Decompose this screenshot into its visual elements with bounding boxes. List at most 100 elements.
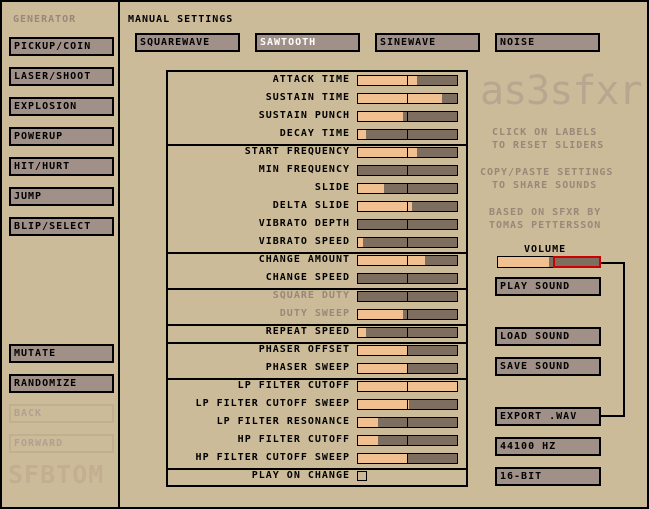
param-slider-4[interactable] [357, 147, 458, 158]
param-label-18[interactable]: LP FILTER CUTOFF SWEEP [196, 398, 350, 409]
volume-fill [498, 257, 549, 267]
param-slider-11[interactable] [357, 273, 458, 284]
load-sound-button[interactable]: LOAD SOUND [495, 327, 601, 346]
info-credit-line1: BASED ON SFXR BY [489, 207, 602, 218]
param-slider-12[interactable] [357, 291, 458, 302]
param-label-16[interactable]: PHASER SWEEP [266, 362, 350, 373]
param-slider-fill [358, 364, 408, 373]
param-label-13[interactable]: DUTY SWEEP [280, 308, 350, 319]
param-label-17[interactable]: LP FILTER CUTOFF [238, 380, 350, 391]
bit-depth-button[interactable]: 16-BIT [495, 467, 601, 486]
param-slider-18[interactable] [357, 399, 458, 410]
waveform-sinewave-button[interactable]: SINEWAVE [375, 33, 480, 52]
param-slider-13[interactable] [357, 309, 458, 320]
param-label-2[interactable]: SUSTAIN PUNCH [259, 110, 350, 121]
param-label-6[interactable]: SLIDE [315, 182, 350, 193]
param-slider-midmark [407, 184, 408, 193]
param-slider-fill [358, 184, 384, 193]
param-slider-fill [358, 256, 426, 265]
waveform-noise-button[interactable]: NOISE [495, 33, 600, 52]
play-sound-button[interactable]: PLAY SOUND [495, 277, 601, 296]
param-slider-midmark [407, 346, 408, 355]
param-label-14[interactable]: REPEAT SPEED [266, 326, 350, 337]
param-slider-1[interactable] [357, 93, 458, 104]
waveform-sawtooth-button[interactable]: SAWTOOTH [255, 33, 360, 52]
param-slider-midmark [407, 202, 408, 211]
param-label-9[interactable]: VIBRATO SPEED [259, 236, 350, 247]
param-slider-2[interactable] [357, 111, 458, 122]
forward-button[interactable]: FORWARD [9, 434, 114, 453]
param-slider-midmark [407, 364, 408, 373]
volume-slider[interactable] [497, 256, 601, 268]
param-slider-21[interactable] [357, 453, 458, 464]
param-label-5[interactable]: MIN FREQUENCY [259, 164, 350, 175]
param-slider-fill [358, 328, 366, 337]
param-slider-19[interactable] [357, 417, 458, 428]
back-button[interactable]: BACK [9, 404, 114, 423]
preset-powerup-button[interactable]: POWERUP [9, 127, 114, 146]
preset-explosion-button[interactable]: EXPLOSION [9, 97, 114, 116]
param-slider-midmark [407, 310, 408, 319]
param-label-11[interactable]: CHANGE SPEED [266, 272, 350, 283]
param-slider-fill [358, 94, 443, 103]
export-connector-line [601, 262, 625, 417]
param-label-20[interactable]: HP FILTER CUTOFF [238, 434, 350, 445]
info-reset-line2: TO RESET SLIDERS [492, 140, 605, 151]
play-on-change-label: PLAY ON CHANGE [251, 470, 350, 481]
param-slider-10[interactable] [357, 255, 458, 266]
randomize-button[interactable]: RANDOMIZE [9, 374, 114, 393]
param-slider-midmark [407, 436, 408, 445]
param-slider-midmark [407, 382, 408, 391]
param-slider-8[interactable] [357, 219, 458, 230]
param-label-10[interactable]: CHANGE AMOUNT [259, 254, 350, 265]
sample-rate-button[interactable]: 44100 HZ [495, 437, 601, 456]
preset-pickup-coin-button[interactable]: PICKUP/COIN [9, 37, 114, 56]
param-slider-20[interactable] [357, 435, 458, 446]
preset-jump-button[interactable]: JUMP [9, 187, 114, 206]
param-slider-16[interactable] [357, 363, 458, 374]
param-label-15[interactable]: PHASER OFFSET [259, 344, 350, 355]
waveform-squarewave-button[interactable]: SQUAREWAVE [135, 33, 240, 52]
preset-blip-select-button[interactable]: BLIP/SELECT [9, 217, 114, 236]
param-label-19[interactable]: LP FILTER RESONANCE [217, 416, 350, 427]
save-sound-button[interactable]: SAVE SOUND [495, 357, 601, 376]
mutate-button[interactable]: MUTATE [9, 344, 114, 363]
param-slider-3[interactable] [357, 129, 458, 140]
generator-title: GENERATOR [13, 14, 77, 25]
param-slider-midmark [407, 166, 408, 175]
param-label-12[interactable]: SQUARE DUTY [273, 290, 350, 301]
param-slider-midmark [407, 112, 408, 121]
param-slider-midmark [407, 328, 408, 337]
param-slider-midmark [407, 94, 408, 103]
param-label-21[interactable]: HP FILTER CUTOFF SWEEP [196, 452, 350, 463]
param-slider-fill [358, 436, 378, 445]
param-slider-7[interactable] [357, 201, 458, 212]
info-share-line2: TO SHARE SOUNDS [492, 180, 598, 191]
param-slider-fill [358, 112, 403, 121]
param-slider-15[interactable] [357, 345, 458, 356]
param-label-0[interactable]: ATTACK TIME [273, 74, 350, 85]
param-label-1[interactable]: SUSTAIN TIME [266, 92, 350, 103]
param-slider-9[interactable] [357, 237, 458, 248]
export-wav-button[interactable]: EXPORT .WAV [495, 407, 601, 426]
param-slider-midmark [407, 256, 408, 265]
param-slider-0[interactable] [357, 75, 458, 86]
param-label-4[interactable]: START FREQUENCY [245, 146, 350, 157]
param-slider-5[interactable] [357, 165, 458, 176]
param-label-7[interactable]: DELTA SLIDE [273, 200, 350, 211]
manual-settings-title: MANUAL SETTINGS [128, 14, 234, 25]
param-slider-fill [358, 130, 366, 139]
param-slider-fill [358, 454, 408, 463]
param-label-3[interactable]: DECAY TIME [280, 128, 350, 139]
param-slider-midmark [407, 76, 408, 85]
preset-laser-shoot-button[interactable]: LASER/SHOOT [9, 67, 114, 86]
generator-panel: GENERATOR PICKUP/COIN LASER/SHOOT EXPLOS… [2, 2, 120, 507]
info-credit-line2: TOMAS PETTERSSON [489, 220, 602, 231]
play-on-change-checkbox[interactable] [357, 471, 367, 481]
preset-hit-hurt-button[interactable]: HIT/HURT [9, 157, 114, 176]
volume-highlight [553, 256, 601, 268]
param-slider-6[interactable] [357, 183, 458, 194]
param-slider-14[interactable] [357, 327, 458, 338]
param-label-8[interactable]: VIBRATO DEPTH [259, 218, 350, 229]
param-slider-17[interactable] [357, 381, 458, 392]
